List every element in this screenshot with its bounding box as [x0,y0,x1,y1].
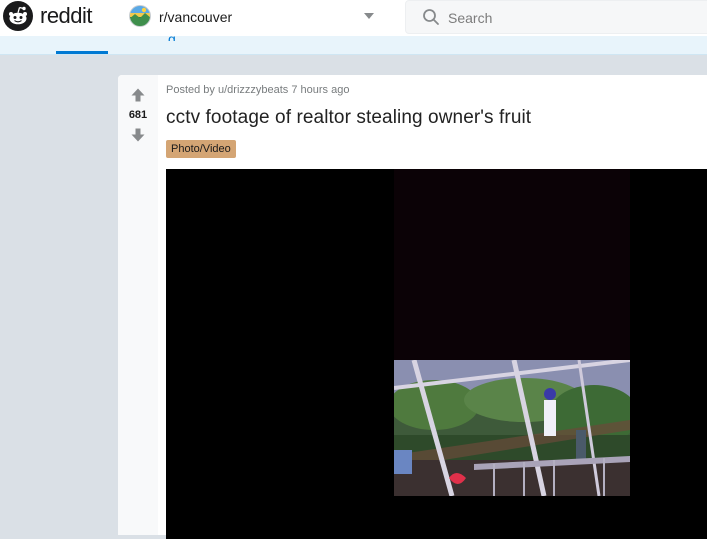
search-input[interactable] [446,7,690,29]
tab-label-partial[interactable]: g [168,30,176,41]
post-card[interactable]: 681 Posted by u/drizzzybeats 7 hours ago… [118,75,707,539]
vote-column: 681 [118,75,158,535]
community-selector[interactable]: r/vancouver [124,0,388,32]
video-player[interactable] [166,169,707,539]
downvote-icon[interactable] [130,127,146,143]
posted-by-label: Posted by [166,84,215,96]
community-name: r/vancouver [159,9,233,25]
active-tab-indicator [56,51,108,54]
subreddit-tab-strip: g [0,31,707,55]
post-flair[interactable]: Photo/Video [166,140,236,158]
reddit-wordmark: reddit [40,3,93,28]
vote-score: 681 [128,109,148,121]
post-title[interactable]: cctv footage of realtor stealing owner's… [166,107,531,129]
author-link[interactable]: u/drizzzybeats [218,84,288,96]
post-meta: Posted by u/drizzzybeats 7 hours ago [166,84,349,96]
upvote-icon[interactable] [130,87,146,103]
chevron-down-icon [364,13,374,19]
community-icon [129,5,151,27]
top-header: reddit r/vancouver [0,0,707,37]
post-time[interactable]: 7 hours ago [291,84,349,96]
video-frame-dark [394,169,630,360]
search-box[interactable] [405,0,707,34]
search-icon [423,9,439,25]
reddit-logo-icon [3,1,33,31]
cctv-video-frame [394,360,630,496]
